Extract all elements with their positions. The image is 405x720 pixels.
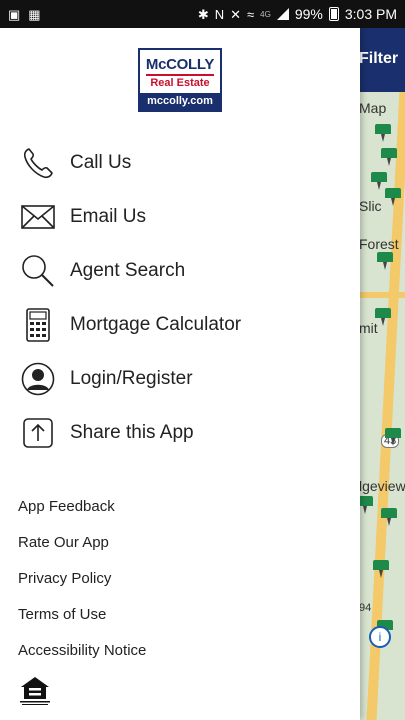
menu-item-call-us[interactable]: Call Us xyxy=(0,136,360,190)
logo-line3: mccolly.com xyxy=(140,93,220,110)
clock: 3:03 PM xyxy=(344,6,397,22)
menu-label: Share this App xyxy=(70,422,194,443)
status-bar: ▣ ▦ ✱ N ✕ ≈ 4G 99% 3:03 PM xyxy=(0,0,405,28)
signal-icon xyxy=(276,8,289,20)
map-pin[interactable] xyxy=(381,508,397,526)
equal-housing-logo xyxy=(18,673,52,707)
map-header: Filter xyxy=(355,28,405,92)
logo-line2: Real Estate xyxy=(150,77,210,89)
map-pin[interactable] xyxy=(373,560,389,578)
map-area[interactable]: Map Slic Forest mit 43 lgeview 94 i xyxy=(355,92,405,720)
logo-line1: McCOLLY xyxy=(145,56,215,73)
secondary-links: App Feedback Rate Our App Privacy Policy… xyxy=(18,494,146,674)
status-right: ✱ N ✕ ≈ 4G 99% 3:03 PM xyxy=(198,6,405,22)
menu-item-agent-search[interactable]: Agent Search xyxy=(0,244,360,298)
link-app-feedback[interactable]: App Feedback xyxy=(18,494,146,530)
map-pin[interactable] xyxy=(381,148,397,166)
logo-divider xyxy=(146,74,214,76)
battery-icon xyxy=(328,7,339,21)
share-icon xyxy=(20,416,56,450)
highway-shield: 94 xyxy=(359,602,372,614)
battery-percent: 99% xyxy=(294,6,323,22)
map-pin[interactable] xyxy=(385,428,401,446)
map-place-label: mit xyxy=(359,320,378,336)
link-rate-app[interactable]: Rate Our App xyxy=(18,530,146,566)
wifi-icon: ≈ xyxy=(247,6,255,22)
nfc-icon: N xyxy=(214,6,225,22)
network-type: 4G xyxy=(260,9,271,19)
map-tab-label[interactable]: Map xyxy=(359,100,386,116)
menu-label: Agent Search xyxy=(70,260,186,281)
navigation-drawer: McCOLLY Real Estate mccolly.com Call Us … xyxy=(0,28,360,720)
mccolly-logo: McCOLLY Real Estate mccolly.com xyxy=(138,48,222,112)
phone-icon xyxy=(20,146,56,180)
calculator-icon xyxy=(20,308,56,342)
image-icon: ▦ xyxy=(28,6,41,22)
menu-item-mortgage-calculator[interactable]: Mortgage Calculator xyxy=(0,298,360,352)
map-pin[interactable] xyxy=(377,252,393,270)
link-terms-of-use[interactable]: Terms of Use xyxy=(18,602,146,638)
info-icon[interactable]: i xyxy=(369,626,391,648)
menu-label: Mortgage Calculator xyxy=(70,314,242,335)
menu-item-email-us[interactable]: Email Us xyxy=(0,190,360,244)
map-pin[interactable] xyxy=(371,172,387,190)
map-place-label: lgeview xyxy=(359,478,405,494)
background-map: Filter Map Slic Forest mit 43 lgeview 94… xyxy=(355,28,405,720)
drawer-menu: Call Us Email Us Agent Search Mortgage C… xyxy=(0,136,360,460)
menu-item-login-register[interactable]: Login/Register xyxy=(0,352,360,406)
envelope-icon xyxy=(20,200,56,234)
map-pin[interactable] xyxy=(385,188,401,206)
user-icon xyxy=(20,362,56,396)
link-privacy-policy[interactable]: Privacy Policy xyxy=(18,566,146,602)
map-pin[interactable] xyxy=(375,124,391,142)
menu-label: Email Us xyxy=(70,206,147,227)
menu-label: Login/Register xyxy=(70,368,193,389)
map-road xyxy=(355,292,405,298)
bluetooth-icon: ✱ xyxy=(197,6,209,22)
status-left: ▣ ▦ xyxy=(0,8,41,21)
notification-icon: ▣ xyxy=(8,6,21,22)
map-pin[interactable] xyxy=(375,308,391,326)
map-place-label: Slic xyxy=(359,198,382,214)
menu-label: Call Us xyxy=(70,152,132,173)
menu-item-share-app[interactable]: Share this App xyxy=(0,406,360,460)
filter-button[interactable]: Filter xyxy=(359,50,398,68)
link-accessibility-notice[interactable]: Accessibility Notice xyxy=(18,638,146,674)
mute-icon: ✕ xyxy=(230,6,242,22)
magnifier-icon xyxy=(20,254,56,288)
map-place-label: Forest xyxy=(359,236,399,252)
